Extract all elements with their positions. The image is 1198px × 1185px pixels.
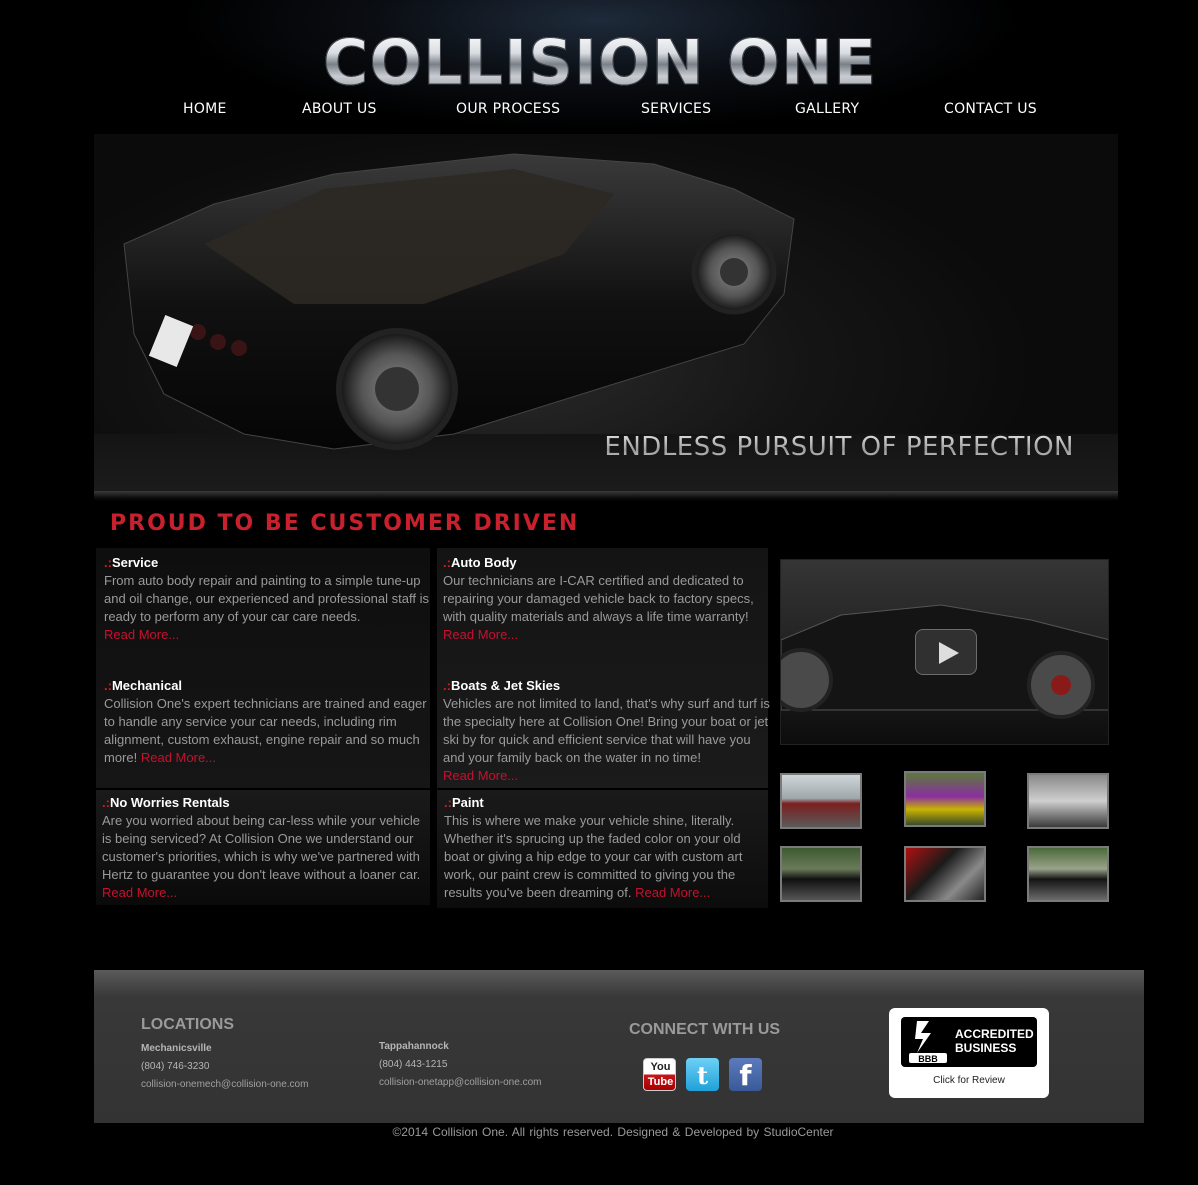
service-item: .:No Worries Rentals Are you worried abo… — [102, 794, 430, 902]
bbb-badge[interactable]: BBB ACCREDITED BUSINESS Click for Review — [889, 1008, 1049, 1098]
service-item: .:Service From auto body repair and pain… — [104, 554, 434, 644]
gallery-thumb-corvette-front[interactable] — [1027, 846, 1109, 902]
gallery-thumb-interior[interactable] — [904, 846, 986, 902]
title-prefix: .: — [102, 795, 110, 810]
read-more-link[interactable]: Read More... — [443, 627, 518, 642]
youtube-tube-text: Tube — [647, 1076, 674, 1088]
read-more-link[interactable]: Read More... — [102, 885, 177, 900]
twitter-icon[interactable]: t — [686, 1058, 719, 1091]
read-more-link[interactable]: Read More... — [104, 627, 179, 642]
location-phone[interactable]: (804) 746-3230 — [141, 1061, 209, 1072]
section-heading: PROUD TO BE CUSTOMER DRIVEN — [110, 511, 580, 536]
hero-tagline: ENDLESS PURSUIT OF PERFECTION — [504, 432, 1074, 462]
service-title[interactable]: .:Service — [104, 554, 434, 572]
bbb-badge-inner: BBB ACCREDITED BUSINESS — [901, 1017, 1037, 1067]
title-prefix: .: — [444, 795, 452, 810]
title-prefix: .: — [104, 678, 112, 693]
bbb-accredited-text: ACCREDITED BUSINESS — [955, 1027, 1034, 1055]
bbb-torch-icon: BBB — [909, 1021, 947, 1064]
read-more-link[interactable]: Read More... — [141, 750, 216, 765]
copyright: ©2014 Collision One. All rights reserved… — [392, 1125, 834, 1139]
hero-divider — [94, 491, 1118, 501]
service-item: .:Auto Body Our technicians are I-CAR ce… — [443, 554, 768, 644]
location-phone[interactable]: (804) 443-1215 — [379, 1059, 447, 1070]
bbb-review-link[interactable]: Click for Review — [889, 1075, 1049, 1086]
play-icon[interactable] — [915, 629, 977, 675]
facebook-glyph: f — [739, 1059, 752, 1092]
service-title[interactable]: .:No Worries Rentals — [102, 794, 430, 812]
service-item: .:Mechanical Collision One's expert tech… — [104, 677, 434, 767]
youtube-you-text: You — [650, 1061, 671, 1073]
nav-gallery[interactable]: GALLERY — [795, 101, 859, 117]
youtube-icon[interactable]: You Tube — [643, 1058, 676, 1091]
service-title[interactable]: .:Auto Body — [443, 554, 768, 572]
read-more-link[interactable]: Read More... — [635, 885, 710, 900]
main-nav: HOME ABOUT US OUR PROCESS SERVICES GALLE… — [0, 101, 1198, 121]
location-name: Tappahannock — [379, 1041, 449, 1052]
service-title[interactable]: .:Paint — [444, 794, 766, 812]
site-logo[interactable]: COLLISION ONE — [300, 29, 900, 96]
service-description: Vehicles are not limited to land, that's… — [443, 696, 770, 765]
twitter-glyph: t — [696, 1061, 709, 1090]
hero-banner: ENDLESS PURSUIT OF PERFECTION — [94, 134, 1118, 497]
location-email[interactable]: collision-onemech@collision-one.com — [141, 1079, 308, 1090]
title-prefix: .: — [443, 678, 451, 693]
locations-title: LOCATIONS — [141, 1016, 235, 1033]
service-title[interactable]: .:Mechanical — [104, 677, 434, 695]
video-player[interactable] — [780, 559, 1109, 745]
gallery-thumb-classic-car[interactable] — [780, 773, 862, 829]
service-title-text: Service — [111, 555, 159, 570]
nav-about-us[interactable]: ABOUT US — [302, 101, 377, 117]
service-description: Are you worried about being car-less whi… — [102, 813, 421, 882]
service-title-text: Paint — [451, 795, 484, 810]
gallery-thumb-black-corvette[interactable] — [780, 846, 862, 902]
connect-title: CONNECT WITH US — [629, 1021, 781, 1038]
service-title-text: Auto Body — [450, 555, 517, 570]
facebook-icon[interactable]: f — [729, 1058, 762, 1092]
service-title-text: Mechanical — [111, 678, 183, 693]
service-item: .:Paint This is where we make your vehic… — [444, 794, 766, 902]
read-more-link[interactable]: Read More... — [443, 768, 518, 783]
nav-our-process[interactable]: OUR PROCESS — [456, 101, 560, 117]
title-prefix: .: — [104, 555, 112, 570]
service-description: From auto body repair and painting to a … — [104, 573, 429, 624]
location-name: Mechanicsville — [141, 1043, 212, 1054]
service-item: .:Boats & Jet Skies Vehicles are not lim… — [443, 677, 771, 785]
service-title[interactable]: .:Boats & Jet Skies — [443, 677, 771, 695]
service-title-text: No Worries Rentals — [109, 795, 230, 810]
gallery-thumb-motorcycle[interactable] — [1027, 773, 1109, 829]
nav-services[interactable]: SERVICES — [641, 101, 711, 117]
gallery-thumb-custom-truck[interactable] — [904, 771, 986, 827]
title-prefix: .: — [443, 555, 451, 570]
nav-home[interactable]: HOME — [183, 101, 227, 117]
service-title-text: Boats & Jet Skies — [450, 678, 561, 693]
service-description: Our technicians are I-CAR certified and … — [443, 573, 754, 624]
nav-contact-us[interactable]: CONTACT US — [944, 101, 1037, 117]
svg-text:BBB: BBB — [918, 1054, 938, 1064]
location-email[interactable]: collision-onetapp@collision-one.com — [379, 1077, 541, 1088]
